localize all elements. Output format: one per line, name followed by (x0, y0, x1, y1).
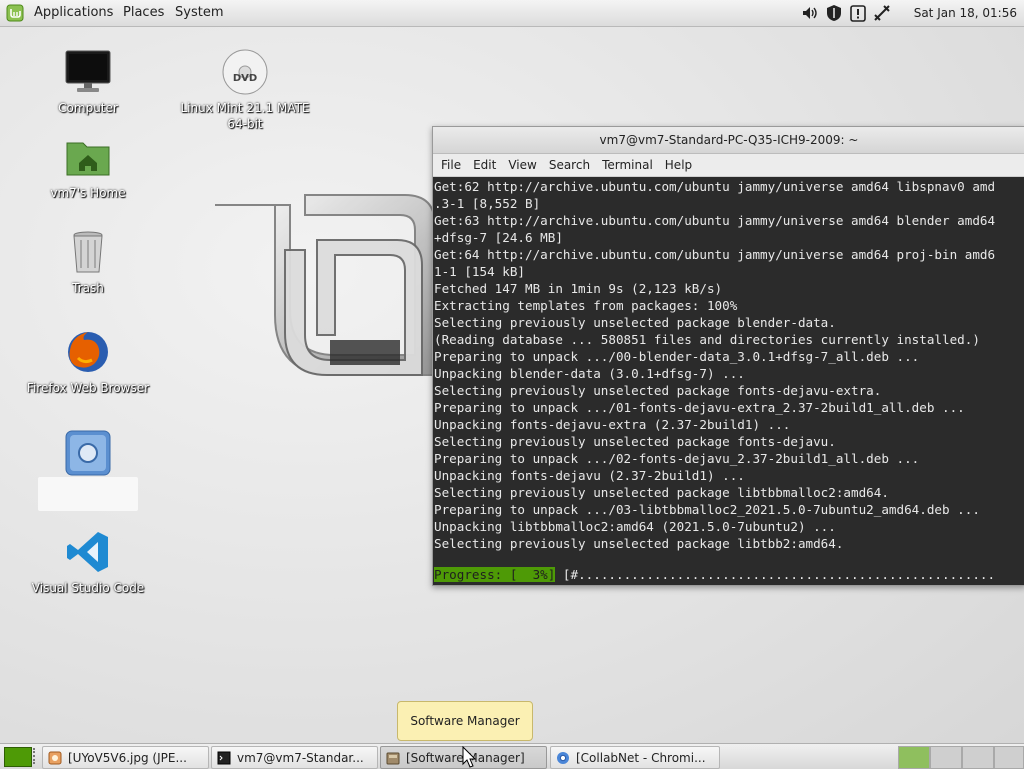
terminal-line: (Reading database ... 580851 files and d… (434, 332, 980, 347)
terminal-line: Unpacking blender-data (3.0.1+dfsg-7) ..… (434, 366, 745, 381)
menu-system[interactable]: System (175, 5, 223, 20)
panel-grip[interactable] (33, 748, 39, 764)
shield-icon[interactable] (824, 3, 844, 23)
tooltip: Software Manager (397, 701, 533, 741)
terminal-menu-view[interactable]: View (502, 154, 542, 176)
menu-applications[interactable]: Applications (34, 5, 113, 20)
vscode-icon (67, 532, 108, 572)
update-alert-icon[interactable] (848, 3, 868, 23)
terminal-line: Selecting previously unselected package … (434, 434, 836, 449)
terminal-output[interactable]: Get:62 http://archive.ubuntu.com/ubuntu … (433, 177, 1024, 584)
terminal-menu-search[interactable]: Search (543, 154, 596, 176)
desktop-icon-label: vm7's Home (50, 186, 126, 200)
desktop-icon-chrome[interactable] (18, 429, 158, 477)
desktop-icon-computer[interactable]: Computer (18, 48, 158, 116)
workspace-4[interactable] (994, 746, 1024, 769)
network-icon[interactable] (872, 3, 892, 23)
desktop-icon-label: Firefox Web Browser (26, 381, 150, 395)
desktop-icon-trash[interactable]: Trash (18, 228, 158, 296)
desktop-icon-label: Computer (58, 101, 118, 115)
taskbar-item-label: [UYoV5V6.jpg (JPE... (68, 750, 187, 765)
terminal-line: Unpacking libtbbmalloc2:amd64 (2021.5.0-… (434, 519, 836, 534)
terminal-line: Fetched 147 MB in 1min 9s (2,123 kB/s) (434, 281, 723, 296)
terminal-line: Get:63 http://archive.ubuntu.com/ubuntu … (434, 213, 996, 228)
taskbar-item-chromium[interactable]: [CollabNet - Chromi... (550, 746, 720, 769)
terminal-menubar: File Edit View Search Terminal Help (433, 154, 1024, 177)
workspace-3[interactable] (962, 746, 994, 769)
terminal-title[interactable]: vm7@vm7-Standard-PC-Q35-ICH9-2009: ~ (433, 127, 1024, 154)
apt-progress-label: Progress: [ 3%] (434, 567, 556, 582)
home-folder-icon (66, 142, 110, 176)
terminal-menu-help[interactable]: Help (659, 154, 698, 176)
apt-progress-bar: [#......................................… (555, 567, 996, 582)
mint-menu-icon[interactable] (6, 4, 24, 22)
dvd-icon: DVD (222, 49, 268, 95)
terminal-window[interactable]: vm7@vm7-Standard-PC-Q35-ICH9-2009: ~ Fil… (432, 126, 1024, 586)
desktop-icon-firefox[interactable]: Firefox Web Browser (18, 328, 158, 396)
desktop-icon-label: Trash (72, 281, 104, 295)
desktop-icon-label: Visual Studio Code (31, 581, 145, 595)
volume-icon[interactable] (800, 3, 820, 23)
menu-places[interactable]: Places (123, 5, 164, 20)
chromium-icon (557, 751, 569, 764)
linux-mint-logo (215, 194, 436, 376)
terminal-menu-terminal[interactable]: Terminal (596, 154, 659, 176)
software-manager-icon (386, 752, 400, 764)
terminal-line: +dfsg-7 [24.6 MB] (434, 230, 563, 245)
dvd-label-line1: Linux Mint 21.1 MATE (180, 101, 310, 115)
taskbar-item-image-viewer[interactable]: [UYoV5V6.jpg (JPE... (42, 746, 209, 769)
terminal-line: Selecting previously unselected package … (434, 485, 889, 500)
taskbar-item-label: vm7@vm7-Standar... (237, 750, 364, 765)
desktop-icon-dvd[interactable]: DVD Linux Mint 21.1 MATE 64-bit (175, 48, 315, 132)
system-tray (800, 3, 892, 23)
workspace-1[interactable] (898, 746, 930, 769)
terminal-line: Extracting templates from packages: 100% (434, 298, 738, 313)
apt-progress-line: Progress: [ 3%] [#......................… (434, 566, 995, 583)
desktop-icon-vscode[interactable]: Visual Studio Code (18, 528, 158, 596)
terminal-line: Get:64 http://archive.ubuntu.com/ubuntu … (434, 247, 996, 262)
terminal-line: Unpacking fonts-dejavu-extra (2.37-2buil… (434, 417, 791, 432)
top-panel: Applications Places System Sat Jan 18, 0… (0, 0, 1024, 27)
desktop-icon-rename-box[interactable] (38, 477, 138, 511)
terminal-line: Selecting previously unselected package … (434, 383, 882, 398)
firefox-icon (68, 332, 108, 372)
svg-text:DVD: DVD (233, 73, 257, 84)
terminal-line: Preparing to unpack .../03-libtbbmalloc2… (434, 502, 980, 517)
desktop-icon-label: Linux Mint 21.1 MATE 64-bit (175, 100, 315, 132)
terminal-menu-file[interactable]: File (435, 154, 467, 176)
bottom-panel: [UYoV5V6.jpg (JPE... vm7@vm7-Standar... … (0, 743, 1024, 769)
taskbar-item-terminal[interactable]: vm7@vm7-Standar... (211, 746, 378, 769)
terminal-line: Selecting previously unselected package … (434, 315, 836, 330)
terminal-line: Unpacking fonts-dejavu (2.37-2build1) ..… (434, 468, 745, 483)
chrome-icon (65, 430, 111, 476)
terminal-icon (217, 751, 231, 764)
terminal-line: Selecting previously unselected package … (434, 536, 844, 551)
terminal-line: 1-1 [154 kB] (434, 264, 525, 279)
show-desktop-button[interactable] (4, 747, 32, 767)
dvd-label-line2: 64-bit (227, 117, 263, 131)
terminal-line: Preparing to unpack .../00-blender-data_… (434, 349, 920, 364)
terminal-line: Preparing to unpack .../01-fonts-dejavu-… (434, 400, 965, 415)
terminal-line: Get:62 http://archive.ubuntu.com/ubuntu … (434, 179, 996, 194)
taskbar-item-label: [CollabNet - Chromi... (576, 750, 706, 765)
computer-icon (65, 50, 111, 92)
terminal-line: .3-1 [8,552 B] (434, 196, 541, 211)
desktop-icon-home[interactable]: vm7's Home (18, 133, 158, 201)
clock[interactable]: Sat Jan 18, 01:56 (914, 6, 1017, 20)
workspace-2[interactable] (930, 746, 962, 769)
image-viewer-icon (48, 751, 62, 764)
mouse-cursor-icon (462, 746, 476, 768)
terminal-menu-edit[interactable]: Edit (467, 154, 502, 176)
trash-icon (73, 231, 103, 273)
terminal-line: Preparing to unpack .../02-fonts-dejavu_… (434, 451, 920, 466)
